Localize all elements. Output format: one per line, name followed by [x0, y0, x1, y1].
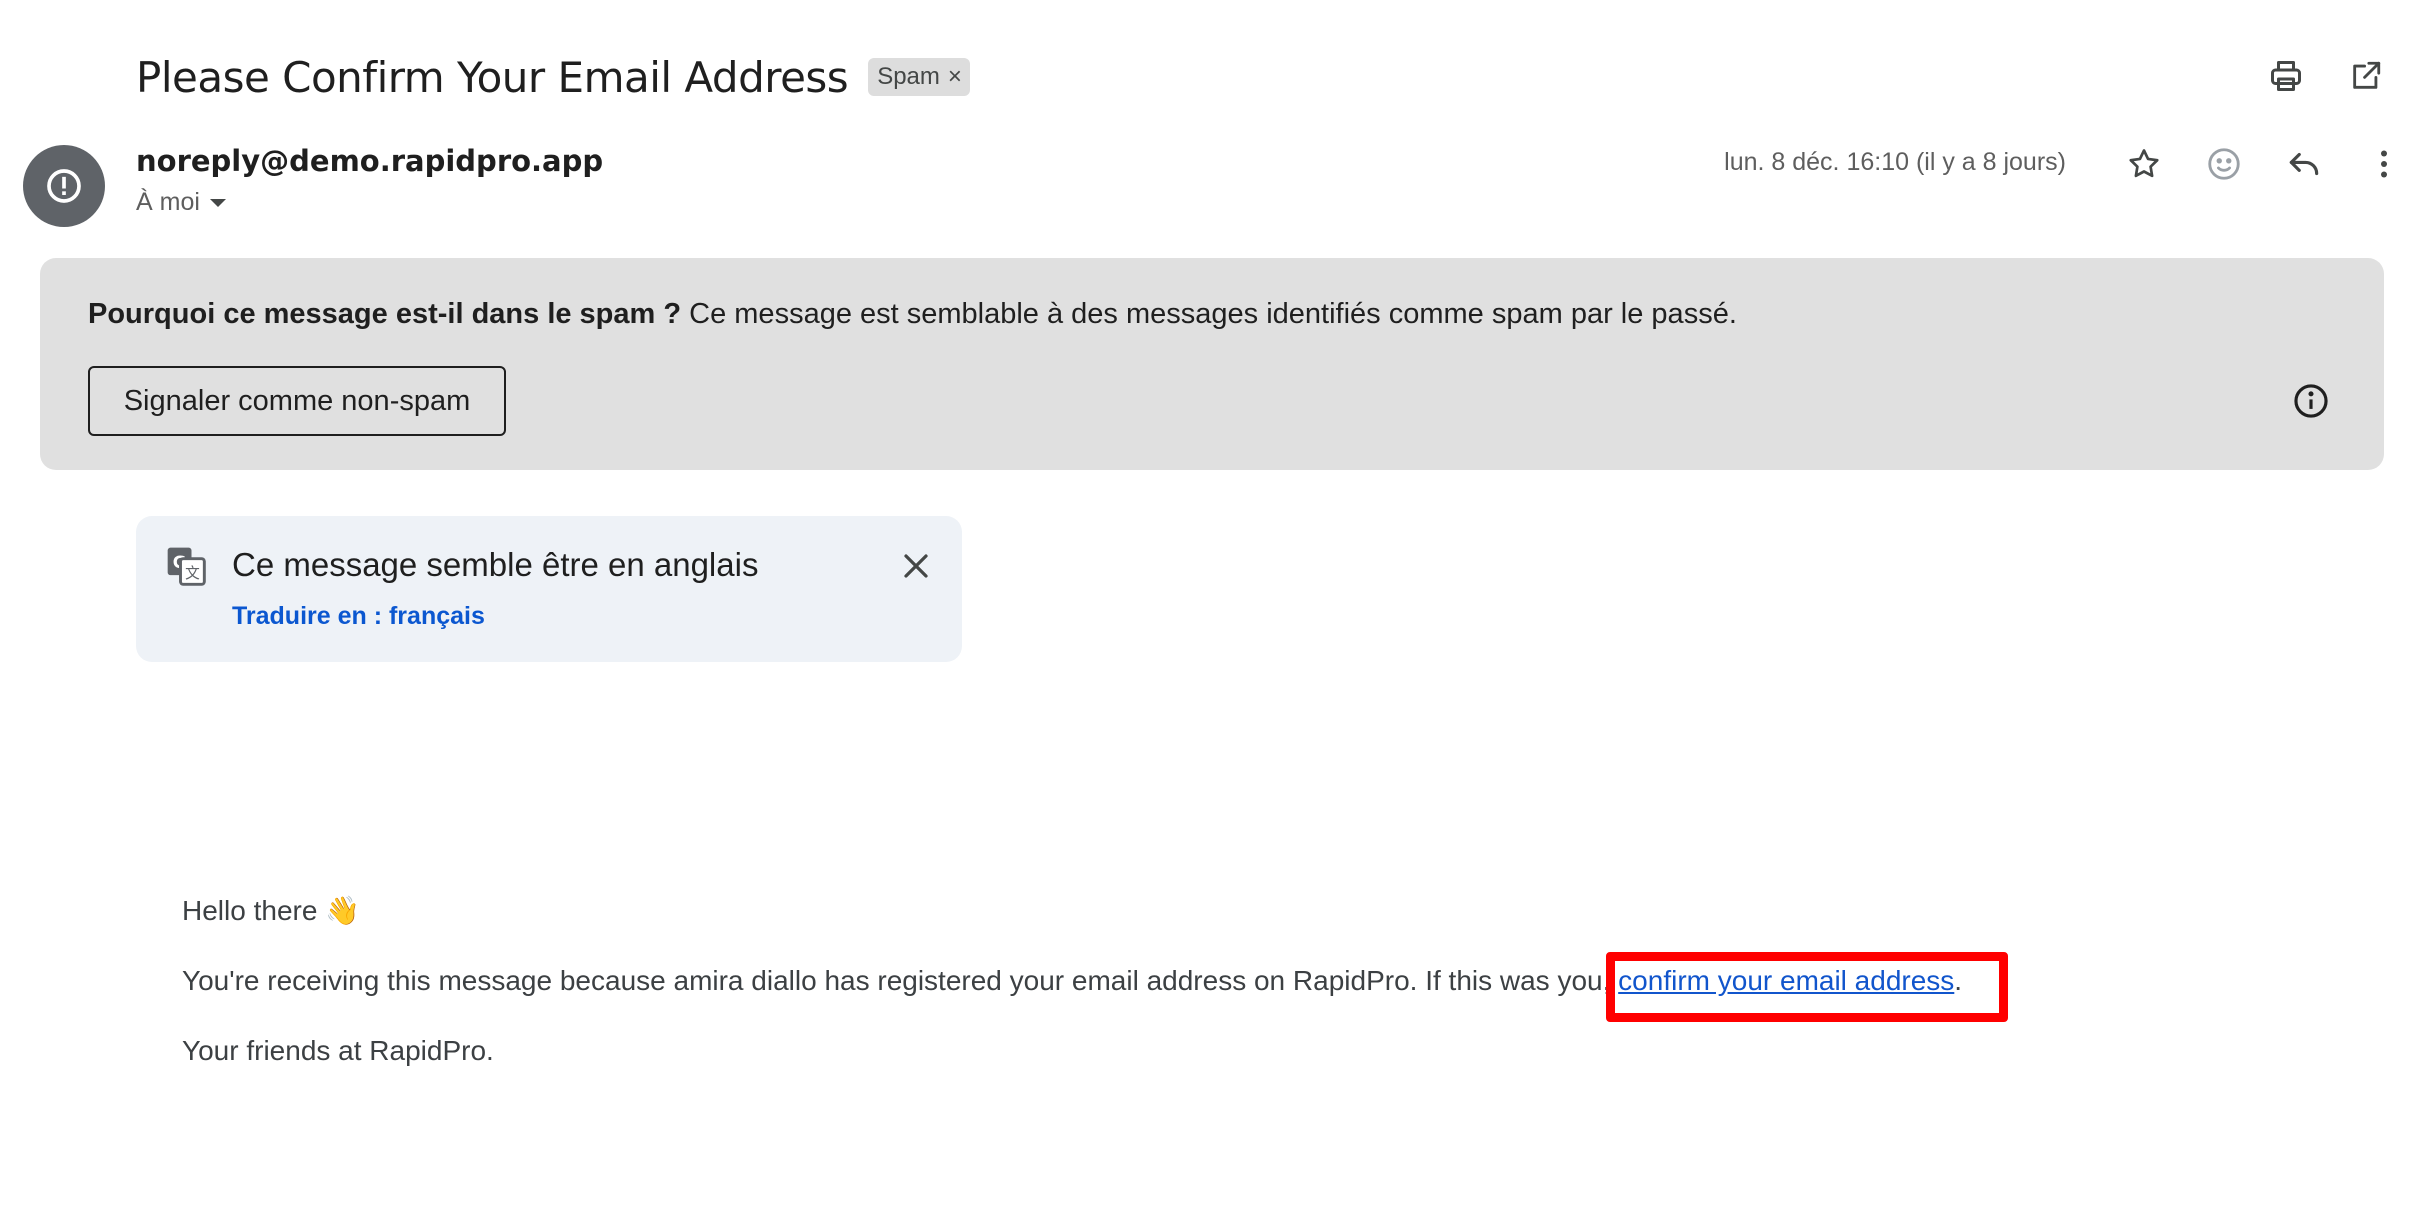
- close-icon[interactable]: [896, 546, 936, 586]
- body-signoff: Your friends at RapidPro.: [182, 1035, 494, 1066]
- open-in-new-window-icon[interactable]: [2342, 52, 2390, 100]
- spam-warning-banner: Pourquoi ce message est-il dans le spam …: [40, 258, 2384, 470]
- spam-label-text: Spam: [877, 63, 940, 90]
- translate-title: Ce message semble être en anglais: [232, 546, 759, 583]
- body-line-prefix: You're receiving this message because am…: [182, 965, 1619, 996]
- sender-avatar[interactable]: [23, 145, 105, 227]
- body-line-suffix: .: [1954, 965, 1963, 996]
- header-actions: [2262, 52, 2390, 100]
- spam-warning-icon: [47, 169, 81, 203]
- emoji-reaction-icon[interactable]: [2200, 140, 2248, 188]
- body-greeting: Hello there 👋: [182, 895, 361, 926]
- remove-label-icon[interactable]: ×: [948, 63, 962, 91]
- translate-link[interactable]: Traduire en : français: [232, 602, 485, 631]
- print-icon[interactable]: [2262, 52, 2310, 100]
- email-body: Hello there 👋 You're receiving this mess…: [182, 896, 1962, 1106]
- recipient-label: À moi: [136, 188, 200, 216]
- subject-row: Please Confirm Your Email Address Spam ×: [136, 44, 970, 110]
- email-view: Please Confirm Your Email Address Spam ×: [0, 0, 2418, 1218]
- body-paragraph: You're receiving this message because am…: [182, 966, 1962, 996]
- chevron-down-icon: [209, 198, 226, 207]
- sender-address[interactable]: noreply@demo.rapidpro.app: [136, 144, 603, 178]
- svg-text:文: 文: [185, 565, 200, 582]
- recipient-dropdown[interactable]: À moi: [136, 188, 226, 217]
- email-date: lun. 8 déc. 16:10 (il y a 8 jours): [1724, 148, 2066, 176]
- confirm-email-link[interactable]: confirm your email address: [1618, 965, 1954, 996]
- spam-label-chip[interactable]: Spam ×: [868, 58, 970, 96]
- translate-icon: G 文: [164, 544, 208, 593]
- info-icon[interactable]: [2290, 380, 2332, 422]
- message-actions: [2120, 140, 2408, 188]
- spam-warning-explanation: Ce message est semblable à des messages …: [681, 298, 1737, 330]
- translate-banner: G 文 Ce message semble être en anglais Tr…: [136, 516, 962, 662]
- report-not-spam-button[interactable]: Signaler comme non-spam: [88, 366, 506, 436]
- spam-warning-question: Pourquoi ce message est-il dans le spam …: [88, 298, 682, 330]
- reply-icon[interactable]: [2280, 140, 2328, 188]
- star-icon[interactable]: [2120, 140, 2168, 188]
- spam-warning-text: Pourquoi ce message est-il dans le spam …: [88, 298, 1737, 331]
- more-vert-icon[interactable]: [2360, 140, 2408, 188]
- email-subject: Please Confirm Your Email Address: [136, 52, 849, 102]
